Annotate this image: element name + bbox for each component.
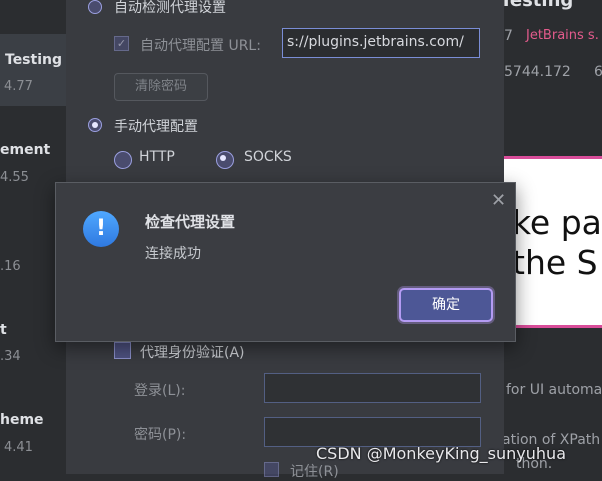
manual-proxy-radio[interactable]: [88, 118, 102, 132]
plugin-list-rating: 4.55: [0, 170, 29, 185]
ok-button[interactable]: 确定: [399, 288, 493, 322]
auto-config-label: 自动代理配置 URL:: [140, 38, 261, 54]
vendor-link[interactable]: JetBrains s.: [526, 28, 599, 43]
auto-config-url-field[interactable]: s://plugins.jetbrains.com/: [282, 28, 480, 58]
socks-label: SOCKS: [244, 149, 292, 165]
login-field[interactable]: [264, 373, 481, 403]
check-proxy-alert-dialog: ! 检查代理设置 连接成功 ✕ 确定: [55, 182, 516, 342]
close-icon[interactable]: ✕: [491, 192, 506, 210]
clear-password-button[interactable]: 清除密码: [114, 73, 208, 101]
proxy-auth-label: 代理身份验证(A): [140, 345, 245, 361]
password-label: 密码(P):: [134, 427, 187, 443]
http-label: HTTP: [139, 149, 175, 165]
plugin-list-rating: 4.77: [4, 79, 33, 94]
proxy-auth-checkbox[interactable]: [114, 342, 131, 359]
plugin-screenshot-image: ke par the S: [504, 156, 602, 328]
plugin-version: 7: [504, 28, 513, 44]
plugin-list-title: ement: [0, 142, 51, 158]
rating-value: 6: [594, 64, 602, 80]
remember-label: 记住(R): [290, 464, 339, 480]
plugin-list-rating: 4.41: [4, 440, 33, 455]
auto-config-checkbox[interactable]: ✓: [114, 36, 129, 51]
watermark-text: CSDN @MonkeyKing_sunyuhua: [316, 444, 566, 463]
info-exclamation-icon: !: [83, 211, 119, 247]
auto-detect-label: 自动检测代理设置: [114, 0, 226, 16]
alert-title: 检查代理设置: [145, 213, 236, 231]
plugin-detail-title: Testing: [500, 0, 574, 11]
manual-proxy-label: 手动代理配置: [114, 119, 198, 135]
password-field[interactable]: [264, 417, 481, 447]
image-text-line: the S: [512, 243, 598, 282]
plugin-list-title: t: [0, 322, 7, 338]
login-label: 登录(L):: [134, 383, 186, 399]
remember-checkbox[interactable]: [264, 462, 279, 477]
socks-radio[interactable]: [216, 151, 234, 169]
downloads-count: 5744.172: [504, 64, 571, 80]
plugin-list-title: Testing: [5, 52, 62, 68]
plugin-list-title: heme: [0, 412, 44, 428]
plugin-description-line: for UI automa: [506, 382, 602, 398]
plugin-list-item-selected[interactable]: [0, 34, 66, 106]
plugin-list-rating: .34: [0, 349, 21, 364]
plugin-list-rating: .16: [0, 259, 21, 274]
alert-message: 连接成功: [145, 246, 201, 262]
image-text-line: ke par: [512, 203, 602, 242]
http-radio[interactable]: [114, 151, 132, 169]
auto-detect-radio[interactable]: [88, 0, 102, 14]
